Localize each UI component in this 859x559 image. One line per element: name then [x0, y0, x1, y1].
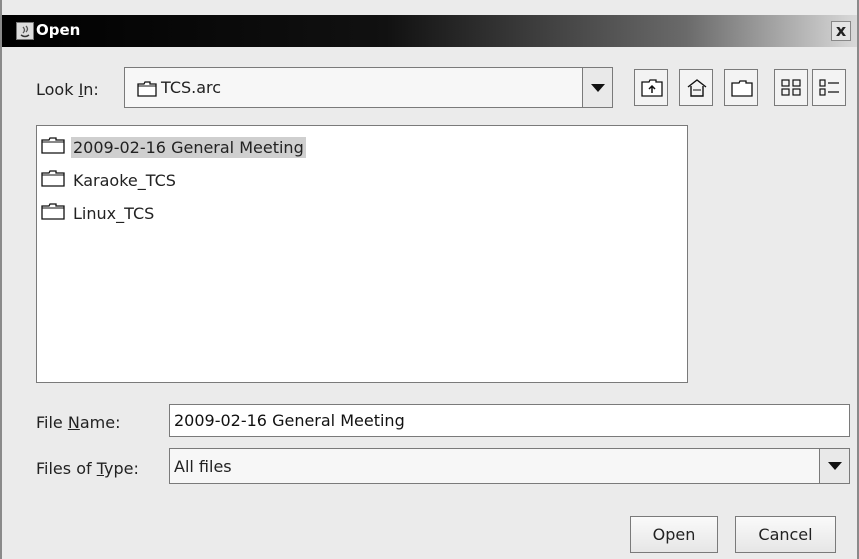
details-view-button[interactable]	[812, 69, 846, 106]
close-button[interactable]: x	[831, 21, 851, 41]
java-app-icon	[16, 22, 34, 40]
file-type-label: Files of Type:	[36, 459, 139, 478]
list-view-button[interactable]	[774, 69, 808, 106]
list-item[interactable]: 2009-02-16 General Meeting	[41, 133, 306, 161]
up-one-level-button[interactable]	[634, 69, 668, 106]
file-name: Linux_TCS	[73, 203, 155, 223]
title-bar[interactable]: Open x	[2, 15, 857, 47]
cancel-button[interactable]: Cancel	[735, 516, 836, 553]
file-type-combo[interactable]: All files	[169, 448, 850, 484]
file-list[interactable]: 2009-02-16 General Meeting Karaoke_TCS L…	[36, 125, 688, 383]
folder-icon	[137, 81, 157, 101]
look-in-label: Look In:	[36, 80, 99, 99]
folder-icon	[41, 169, 65, 191]
folder-icon	[41, 202, 65, 224]
chevron-down-icon	[591, 84, 605, 92]
look-in-dropdown-button[interactable]	[582, 68, 612, 107]
file-name-label: File Name:	[36, 413, 121, 432]
home-button[interactable]	[679, 69, 713, 106]
open-button[interactable]: Open	[630, 516, 718, 553]
look-in-combo[interactable]: TCS.arc	[124, 67, 613, 108]
new-folder-button[interactable]	[724, 69, 758, 106]
look-in-value: TCS.arc	[161, 78, 222, 97]
folder-icon	[41, 136, 65, 158]
file-type-dropdown-button[interactable]	[819, 449, 849, 483]
list-item[interactable]: Linux_TCS	[41, 199, 156, 227]
list-item[interactable]: Karaoke_TCS	[41, 166, 178, 194]
file-name: Karaoke_TCS	[73, 170, 176, 190]
file-type-value: All files	[174, 457, 232, 476]
window-title: Open	[36, 21, 81, 39]
open-dialog: Open x Look In: TCS.arc 2009-02-16 Gener…	[0, 0, 859, 559]
file-name-field[interactable]	[169, 404, 850, 437]
chevron-down-icon	[828, 462, 842, 470]
file-name: 2009-02-16 General Meeting	[71, 136, 306, 158]
